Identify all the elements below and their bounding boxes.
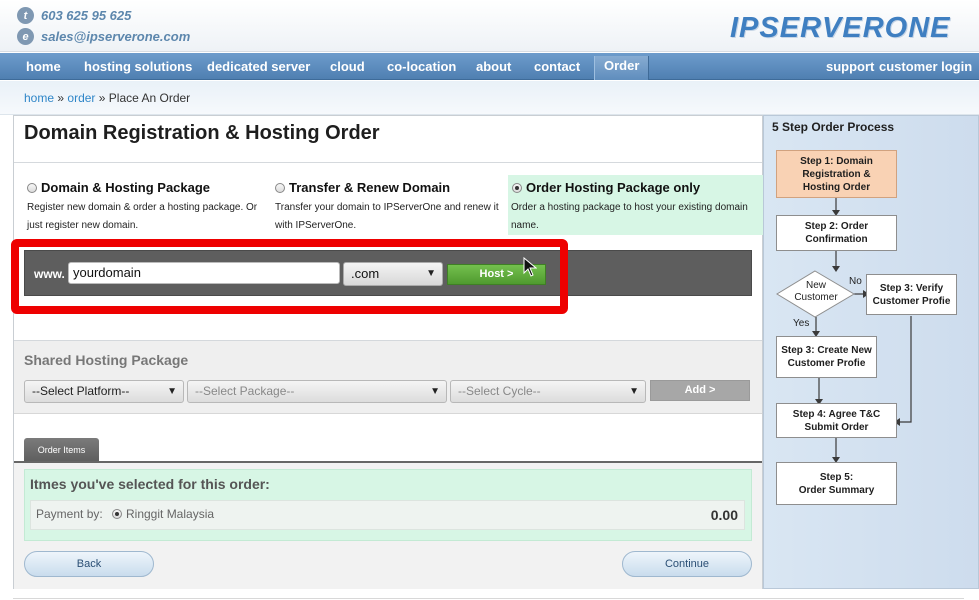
flow-step-4: Step 4: Agree T&C Submit Order — [776, 403, 897, 438]
radio-hosting-only[interactable] — [512, 182, 522, 193]
payment-option[interactable]: Ringgit Malaysia — [112, 507, 214, 521]
decision-label-line: New — [805, 280, 826, 291]
option-domain-hosting-package[interactable]: Domain & Hosting Package Register new do… — [27, 175, 267, 235]
selected-items-title: Itmes you've selected for this order: — [30, 476, 270, 492]
nav-dedicated-server[interactable]: dedicated server — [207, 53, 310, 80]
radio-ringgit-malaysia[interactable] — [112, 509, 122, 519]
option-hosting-package-only[interactable]: Order Hosting Package only Order a hosti… — [508, 175, 772, 235]
chevron-down-icon[interactable]: ▼ — [430, 381, 440, 402]
breadcrumb-home[interactable]: home — [24, 91, 54, 105]
flow-step-1-line: Step 1: Domain — [800, 155, 873, 167]
option-hosting-only-label[interactable]: Order Hosting Package only — [526, 180, 700, 195]
shared-hosting-title: Shared Hosting Package — [24, 352, 189, 368]
flow-step-5-line: Order Summary — [798, 484, 875, 496]
add-package-button[interactable]: Add > — [650, 380, 750, 401]
payment-method-label[interactable]: Ringgit Malaysia — [126, 507, 214, 521]
option-hosting-only-desc-line: name. — [511, 220, 539, 231]
nav-support[interactable]: support — [826, 53, 874, 80]
payment-label: Payment by: — [36, 507, 103, 521]
main-navigation: home hosting solutions dedicated server … — [0, 53, 979, 80]
package-select[interactable]: --Select Package-- ▼ — [187, 380, 447, 403]
flow-step-3-verify-line: Customer Profie — [872, 295, 951, 307]
payment-total: 0.00 — [710, 507, 738, 523]
option-transfer-renew-desc-line: Transfer your domain to IPServerOne and … — [275, 202, 499, 213]
flow-step-1: Step 1: Domain Registration & Hosting Or… — [776, 150, 897, 198]
continue-button[interactable]: Continue — [622, 551, 752, 577]
chevron-down-icon[interactable]: ▼ — [629, 381, 639, 402]
email-address[interactable]: sales@ipserverone.com — [41, 29, 190, 44]
ipserverone-logo[interactable]: IPSERVERONE — [730, 12, 962, 44]
decision-label-line: Customer — [794, 292, 838, 303]
title-divider — [14, 162, 762, 163]
platform-select[interactable]: --Select Platform-- ▼ — [24, 380, 184, 403]
nav-hosting-solutions[interactable]: hosting solutions — [84, 53, 192, 80]
footer-line — [13, 598, 964, 599]
connector-line — [897, 316, 912, 423]
option-domain-hosting-description: Register new domain & order a hosting pa… — [27, 199, 257, 235]
flow-step-3-verify-line: Step 3: Verify — [879, 282, 944, 294]
page-title: Domain Registration & Hosting Order — [24, 122, 380, 144]
flow-step-1-line: Registration & — [802, 168, 871, 180]
option-hosting-only-description: Order a hosting package to host your exi… — [511, 199, 748, 235]
flow-step-4-line: Step 4: Agree T&C — [792, 408, 881, 420]
flow-step-1-line: Hosting Order — [802, 181, 871, 193]
flow-step-2-line: Confirmation — [805, 234, 868, 245]
flow-step-5: Step 5: Order Summary — [776, 462, 897, 505]
flow-step-3-create-line: Customer Profie — [787, 358, 866, 369]
tab-order-items[interactable]: Order Items — [24, 438, 99, 462]
option-domain-hosting-label[interactable]: Domain & Hosting Package — [41, 180, 210, 195]
breadcrumb: home » order » Place An Order — [24, 91, 190, 105]
arrowhead — [832, 266, 840, 272]
nav-co-location[interactable]: co-location — [387, 53, 456, 80]
flow-step-5-line: Step 5: — [819, 471, 854, 483]
nav-cloud[interactable]: cloud — [330, 53, 365, 80]
nav-customer-login[interactable]: customer login — [879, 53, 972, 80]
sidebar-title: 5 Step Order Process — [772, 120, 895, 134]
option-domain-hosting-desc-line: just register new domain. — [27, 220, 139, 231]
option-transfer-renew-domain[interactable]: Transfer & Renew Domain Transfer your do… — [275, 175, 505, 235]
package-select-value[interactable]: --Select Package-- — [195, 384, 294, 398]
flow-step-4-line: Submit Order — [804, 421, 869, 433]
breadcrumb-separator: » — [57, 91, 65, 105]
option-hosting-only-title[interactable]: Order Hosting Package only — [512, 180, 700, 195]
nav-order[interactable]: Order — [594, 56, 650, 80]
cycle-select[interactable]: --Select Cycle-- ▼ — [450, 380, 646, 403]
email-icon: e — [17, 28, 34, 45]
phone-contact: t 603 625 95 625 — [17, 7, 131, 24]
decision-no-label: No — [849, 276, 862, 287]
flow-step-3-create-line: Step 3: Create New — [781, 345, 872, 356]
platform-select-value[interactable]: --Select Platform-- — [32, 384, 129, 398]
decision-label: New Customer — [792, 280, 840, 304]
flow-step-3-create: Step 3: Create New Customer Profie — [776, 336, 877, 378]
flow-step-3-verify: Step 3: Verify Customer Profie — [866, 274, 957, 315]
option-domain-hosting-desc-line: Register new domain & order a hosting pa… — [27, 202, 258, 213]
option-transfer-renew-title[interactable]: Transfer & Renew Domain — [275, 180, 450, 195]
option-hosting-only-desc-line: Order a hosting package to host your exi… — [511, 202, 748, 213]
radio-transfer-renew[interactable] — [275, 182, 285, 193]
flow-step-2-line: Step 2: Order — [804, 221, 869, 232]
cycle-select-value[interactable]: --Select Cycle-- — [458, 384, 541, 398]
back-button[interactable]: Back — [24, 551, 154, 577]
radio-domain-hosting[interactable] — [27, 182, 37, 193]
breadcrumb-order[interactable]: order — [67, 91, 95, 105]
breadcrumb-current: Place An Order — [108, 91, 191, 105]
email-contact[interactable]: e sales@ipserverone.com — [17, 28, 190, 45]
nav-about[interactable]: about — [476, 53, 511, 80]
chevron-down-icon[interactable]: ▼ — [167, 381, 177, 402]
option-transfer-renew-description: Transfer your domain to IPServerOne and … — [275, 199, 499, 235]
breadcrumb-separator: » — [98, 91, 106, 105]
nav-home[interactable]: home — [26, 53, 61, 80]
option-transfer-renew-label[interactable]: Transfer & Renew Domain — [289, 180, 450, 195]
nav-contact[interactable]: contact — [534, 53, 580, 80]
option-domain-hosting-title[interactable]: Domain & Hosting Package — [27, 180, 210, 195]
option-transfer-renew-desc-line: with IPServerOne. — [275, 220, 357, 231]
phone-number: 603 625 95 625 — [41, 8, 132, 23]
decision-yes-label: Yes — [793, 318, 810, 329]
phone-icon: t — [17, 7, 34, 24]
flow-step-2: Step 2: Order Confirmation — [776, 215, 897, 251]
domain-highlight-frame — [11, 239, 568, 314]
